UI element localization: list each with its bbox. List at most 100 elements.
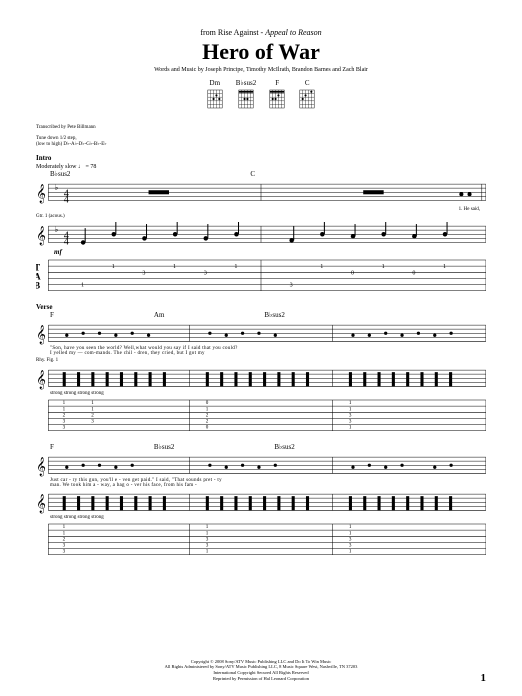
intro-tab-staff: T A B 113 131 310 101 [36, 258, 486, 293]
svg-text:3: 3 [349, 536, 352, 542]
verse1-guitar-staff: 𝄞 [36, 366, 486, 391]
tab-icon: T A B 113 131 310 101 [36, 258, 486, 293]
verse-label: Verse [36, 303, 486, 311]
svg-text:1: 1 [443, 264, 446, 270]
svg-text:1: 1 [173, 264, 176, 270]
svg-text:𝄞: 𝄞 [36, 494, 46, 514]
verse1-vocal-staff: 𝄞 [36, 321, 486, 346]
chord-dm: Dm [206, 79, 224, 115]
source-prefix: from Rise Against - [200, 28, 265, 37]
svg-text:3: 3 [206, 536, 209, 542]
fretboard-icon [206, 88, 224, 110]
transcriber: Transcribed by Pete Billmann [36, 125, 486, 130]
svg-text:1: 1 [91, 400, 94, 406]
svg-text:𝄞: 𝄞 [36, 456, 46, 476]
strum-text: strong strong strong strong [50, 391, 486, 396]
fretboard-icon [268, 88, 286, 110]
guitar-note: Gtr. 1 (acous.) [36, 214, 486, 220]
fretboard-icon [237, 88, 255, 110]
page-number: 1 [481, 672, 487, 684]
staff-icon: 𝄞 [36, 453, 486, 478]
staff-icon: 𝄞 ♭ 4 4 [36, 180, 486, 207]
staff-icon: 𝄞 ♭ 4 4 [36, 222, 486, 249]
svg-text:2: 2 [206, 412, 209, 418]
svg-text:1: 1 [63, 400, 66, 406]
svg-text:𝄞: 𝄞 [36, 370, 46, 390]
strum-text-2: strong strong strong strong [50, 515, 486, 520]
svg-text:0: 0 [206, 400, 209, 406]
svg-text:2: 2 [206, 419, 209, 425]
svg-text:1: 1 [382, 264, 385, 270]
svg-text:3: 3 [63, 419, 66, 425]
song-title: Hero of War [36, 39, 486, 65]
tuning-note: Tune down 1/2 step, (low to high) D♭-A♭-… [36, 136, 486, 148]
svg-text:♭: ♭ [55, 225, 59, 234]
svg-text:1: 1 [112, 264, 115, 270]
svg-text:𝄞: 𝄞 [36, 225, 46, 245]
svg-text:1: 1 [349, 524, 352, 530]
svg-text:𝄞: 𝄞 [36, 324, 46, 344]
svg-text:1: 1 [349, 425, 352, 431]
svg-text:1: 1 [349, 406, 352, 412]
svg-text:3: 3 [349, 542, 352, 548]
svg-text:1: 1 [206, 524, 209, 530]
svg-text:3: 3 [204, 271, 207, 277]
pickup-lyric: 1. He said, [36, 207, 480, 212]
staff-icon: 𝄞 [36, 366, 486, 391]
copyright-notice: Copyright © 2008 Sony/ATV Music Publishi… [0, 659, 522, 682]
svg-text:1: 1 [349, 400, 352, 406]
verse2-chords: F B♭sus2 B♭sus2 [50, 443, 486, 451]
fretboard-icon [298, 88, 316, 110]
chord-f: F [268, 79, 286, 115]
svg-text:0: 0 [412, 271, 415, 277]
staff-icon: 𝄞 [36, 321, 486, 346]
svg-text:3: 3 [349, 412, 352, 418]
svg-text:2: 2 [63, 412, 66, 418]
tab-icon: 11233 1123 01220 11331 [36, 398, 486, 433]
verse1-tab-staff: 11233 1123 01220 11331 [36, 398, 486, 433]
verse2-guitar-staff: 𝄞 [36, 490, 486, 515]
svg-text:3: 3 [349, 419, 352, 425]
verse2-vocal-staff: 𝄞 [36, 453, 486, 478]
verse2-lyric-b: man. We took him a - way, a bag o - ver … [50, 483, 486, 488]
intro-vocal-staff: 𝄞 ♭ 4 4 [36, 180, 486, 207]
writer-credits: Words and Music by Joseph Principe, Timo… [36, 67, 486, 73]
source-line: from Rise Against - Appeal to Reason [36, 28, 486, 37]
svg-text:B: B [36, 281, 40, 291]
intro-label: Intro [36, 154, 486, 162]
svg-text:1: 1 [320, 264, 323, 270]
svg-text:2: 2 [91, 412, 94, 418]
svg-text:1: 1 [63, 530, 66, 536]
svg-text:0: 0 [206, 425, 209, 431]
sheet-music-page: from Rise Against - Appeal to Reason Her… [0, 0, 522, 696]
dynamic-marking: mf [54, 248, 486, 256]
chord-diagrams: Dm B♭sus2 [36, 79, 486, 115]
chord-bbsus2: B♭sus2 [236, 79, 256, 115]
verse1-chords: F Am B♭sus2 [50, 311, 486, 319]
svg-text:1: 1 [234, 264, 237, 270]
staff-icon: 𝄞 [36, 490, 486, 515]
intro-chords: B♭sus2 C [50, 170, 486, 178]
verse1-lyric-b: I yelled my — com-mands. The chil - dren… [50, 351, 486, 356]
chord-c: C [298, 79, 316, 115]
album-name: Appeal to Reason [265, 28, 321, 37]
svg-text:1: 1 [81, 283, 84, 289]
svg-text:1: 1 [206, 406, 209, 412]
svg-text:3: 3 [206, 542, 209, 548]
svg-text:3: 3 [142, 271, 145, 277]
svg-text:1: 1 [349, 548, 352, 554]
rhy-fig-label: Rhy. Fig. 1 [36, 358, 486, 364]
tab-icon: 11233 11331 11331 [36, 522, 486, 557]
svg-text:4: 4 [64, 236, 69, 247]
svg-text:♭: ♭ [55, 183, 59, 192]
svg-text:2: 2 [63, 536, 66, 542]
verse2-tab-staff: 11233 11331 11331 [36, 522, 486, 557]
svg-text:0: 0 [351, 271, 354, 277]
intro-guitar-staff: 𝄞 ♭ 4 4 [36, 222, 486, 249]
svg-text:3: 3 [63, 542, 66, 548]
svg-text:3: 3 [91, 419, 94, 425]
svg-text:𝄞: 𝄞 [36, 183, 46, 203]
svg-text:1: 1 [349, 530, 352, 536]
svg-text:1: 1 [63, 406, 66, 412]
svg-text:4: 4 [64, 194, 69, 205]
